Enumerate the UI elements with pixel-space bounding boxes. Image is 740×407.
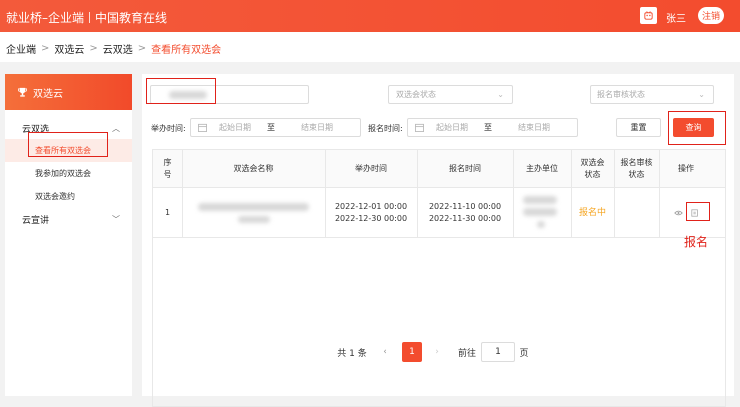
reset-button[interactable]: 重置 [616, 118, 661, 137]
calendar-icon [415, 123, 424, 132]
chevron-down-icon: ⌄ [698, 90, 705, 99]
next-page-button[interactable]: › [430, 342, 444, 362]
sidebar: 双选云 云双选 ︿ 查看所有双选会 我参加的双选会 双选会邀约 云宣讲 ﹀ [5, 74, 132, 396]
redacted-text [523, 208, 557, 216]
row-fair-status: 报名中 [578, 208, 606, 218]
redacted-text [523, 196, 557, 204]
column-header-name: 双选会名称 [233, 164, 274, 173]
sidebar-group-label: 云宣讲 [22, 215, 50, 226]
redacted-text [537, 221, 545, 228]
review-status-placeholder: 报名审核状态 [597, 90, 645, 99]
row-index: 1 [164, 208, 171, 217]
column-header-signup-time: 报名时间 [449, 164, 481, 173]
row-review-status [614, 188, 659, 238]
trophy-icon [18, 87, 27, 97]
breadcrumb-item-cloud-shuangxuan[interactable]: 云双选 [103, 45, 133, 56]
table-row: 1 2022-12-01 00:00 2022-12-30 00:00 2022… [153, 188, 725, 238]
signup-time-label: 报名时间: [368, 124, 403, 133]
user-name[interactable]: 张三 [666, 10, 686, 25]
brand-divider [89, 12, 91, 23]
breadcrumb-item-current: 查看所有双选会 [151, 45, 222, 56]
breadcrumb-item-shuangxuan-cloud[interactable]: 双选云 [54, 45, 84, 56]
chevron-right-icon: > [137, 43, 147, 54]
row-hold-time: 2022-12-01 00:00 2022-12-30 00:00 [325, 188, 417, 238]
logout-button[interactable]: 注销 [698, 7, 724, 24]
column-header-actions: 操作 [678, 164, 694, 173]
fair-table: 序号 双选会名称 举办时间 报名时间 主办单位 双选会状态 报名审核状态 操作 … [152, 149, 726, 407]
chevron-down-icon: ﹀ [112, 214, 120, 224]
hold-end-value: 2022-12-30 00:00 [334, 214, 408, 223]
sidebar-item-my-fairs[interactable]: 我参加的双选会 [5, 162, 132, 185]
highlight-box-signup [686, 202, 710, 221]
page-unit-label: 页 [519, 348, 529, 359]
highlight-box-query [668, 111, 726, 145]
top-bar: 就业桥–企业端 中国教育在线 张三 注销 [0, 0, 740, 32]
signup-end-value: 2022-11-30 00:00 [428, 214, 502, 223]
chevron-up-icon: ︿ [112, 123, 120, 133]
app-brand: 就业桥–企业端 中国教育在线 [6, 9, 167, 26]
user-avatar-icon[interactable] [640, 7, 657, 24]
chevron-right-icon: > [89, 43, 98, 54]
row-signup-time: 2022-11-10 00:00 2022-11-30 00:00 [417, 188, 513, 238]
column-header-index: 序号 [163, 158, 172, 179]
signup-time-range-picker[interactable]: 起始日期 至 结束日期 [407, 118, 578, 137]
column-header-fair-status: 双选会状态 [580, 158, 605, 179]
row-organizer-redacted [513, 188, 571, 238]
sidebar-item-fair-invitations[interactable]: 双选会邀约 [5, 185, 132, 208]
sidebar-title: 双选云 [33, 88, 63, 100]
goto-label: 前往 [457, 348, 476, 359]
hold-range-separator: 至 [267, 123, 275, 132]
redacted-text [238, 216, 270, 223]
signup-start-value: 2022-11-10 00:00 [428, 202, 502, 211]
app-title: 就业桥–企业端 [6, 11, 85, 25]
eye-icon[interactable] [673, 210, 683, 216]
highlight-box-search [146, 78, 216, 104]
review-status-select[interactable]: 报名审核状态 ⌄ [590, 85, 714, 104]
chevron-down-icon: ⌄ [497, 90, 504, 99]
column-header-organizer: 主办单位 [526, 164, 558, 173]
sidebar-header[interactable]: 双选云 [5, 74, 132, 110]
pagination-total: 共 1 条 [337, 348, 367, 359]
org-name: 中国教育在线 [95, 11, 168, 25]
hold-end-placeholder: 结束日期 [301, 123, 333, 132]
goto-page-input[interactable]: 1 [481, 342, 515, 362]
breadcrumb: 企业端 > 双选云 > 云双选 > 查看所有双选会 [6, 41, 221, 56]
hold-start-value: 2022-12-01 00:00 [334, 202, 408, 211]
main-panel: 双选会状态 ⌄ 报名审核状态 ⌄ 举办时间: 起始日期 至 结束日期 报名时间:… [142, 74, 734, 407]
breadcrumb-item-enterprise[interactable]: 企业端 [6, 45, 36, 56]
hold-start-placeholder: 起始日期 [219, 123, 251, 132]
page-number-button[interactable]: 1 [402, 342, 422, 362]
sidebar-group-cloud-talk[interactable]: 云宣讲 ﹀ [5, 208, 132, 230]
highlight-box-sidebar [28, 132, 108, 157]
fair-status-select[interactable]: 双选会状态 ⌄ [388, 85, 513, 104]
fair-status-placeholder: 双选会状态 [396, 90, 436, 99]
breadcrumb-bar: 企业端 > 双选云 > 云双选 > 查看所有双选会 [0, 32, 740, 62]
column-header-hold-time: 举办时间 [355, 164, 387, 173]
hold-time-range-picker[interactable]: 起始日期 至 结束日期 [190, 118, 361, 137]
column-header-review-status: 报名审核状态 [620, 158, 653, 179]
hold-time-label: 举办时间: [151, 124, 186, 133]
signup-range-separator: 至 [484, 123, 492, 132]
redacted-text [198, 203, 309, 211]
signup-annotation: 报名 [684, 235, 709, 249]
calendar-icon [198, 123, 207, 132]
signup-start-placeholder: 起始日期 [436, 123, 468, 132]
chevron-right-icon: > [41, 43, 50, 54]
pagination: 共 1 条 ‹ 1 › 前往 1 页 [142, 342, 734, 362]
prev-page-button[interactable]: ‹ [378, 342, 392, 362]
table-header: 序号 双选会名称 举办时间 报名时间 主办单位 双选会状态 报名审核状态 操作 [153, 150, 725, 188]
signup-end-placeholder: 结束日期 [518, 123, 550, 132]
row-fair-name-redacted [182, 188, 325, 238]
